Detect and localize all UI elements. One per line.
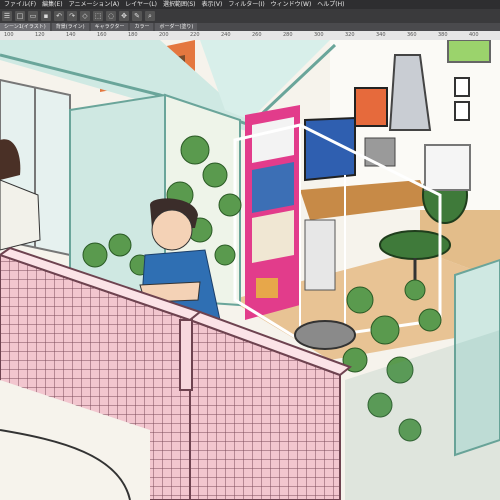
ruler-tick: 120	[35, 32, 45, 38]
open-icon[interactable]: ▭	[28, 11, 38, 21]
ruler-tick: 240	[221, 32, 231, 38]
tab-character[interactable]: キャラクター	[90, 23, 129, 31]
menu-icon[interactable]: ☰	[2, 11, 12, 21]
zoom-icon[interactable]: ⌕	[145, 11, 155, 21]
menu-selection[interactable]: 選択範囲(S)	[163, 0, 196, 9]
lasso-icon[interactable]: ◌	[106, 11, 116, 21]
desk-drawer	[304, 219, 336, 291]
ruler-tick: 100	[4, 32, 14, 38]
shelf-books	[252, 117, 294, 163]
menu-view[interactable]: 表示(V)	[202, 0, 223, 9]
photo-frame	[454, 77, 470, 97]
ruler-tick: 140	[66, 32, 76, 38]
laptop	[364, 137, 396, 167]
brush-icon[interactable]: ✎	[132, 11, 142, 21]
command-bar: ☰ □ ▭ ▪ ↶ ↷ ◇ ⬚ ◌ ✥ ✎ ⌕	[0, 9, 500, 23]
photo-frame	[454, 101, 470, 121]
air-purifier	[424, 144, 471, 191]
ruler-tick: 340	[376, 32, 386, 38]
menu-filter[interactable]: フィルター(I)	[228, 0, 264, 9]
eraser-icon[interactable]: ◇	[80, 11, 90, 21]
ruler-tick: 260	[252, 32, 262, 38]
new-file-icon[interactable]: □	[15, 11, 25, 21]
save-icon[interactable]: ▪	[41, 11, 51, 21]
app-window: ファイル(F) 編集(E) アニメーション(A) レイヤー(L) 選択範囲(S)…	[0, 0, 500, 500]
ruler-tick: 320	[345, 32, 355, 38]
menu-window[interactable]: ウィンドウ(W)	[271, 0, 312, 9]
menubar: ファイル(F) 編集(E) アニメーション(A) レイヤー(L) 選択範囲(S)…	[0, 0, 500, 9]
undo-icon[interactable]: ↶	[54, 11, 64, 21]
ruler-tick: 380	[438, 32, 448, 38]
shelf-books	[252, 210, 294, 263]
wall-picture	[354, 87, 388, 127]
ruler-tick: 160	[97, 32, 107, 38]
drawing-canvas[interactable]	[0, 40, 500, 500]
menu-animation[interactable]: アニメーション(A)	[69, 0, 120, 9]
menu-edit[interactable]: 編集(E)	[42, 0, 62, 9]
redo-icon[interactable]: ↷	[67, 11, 77, 21]
wall-poster	[447, 40, 491, 63]
menu-layer[interactable]: レイヤー(L)	[125, 0, 157, 9]
menu-help[interactable]: ヘルプ(H)	[317, 0, 344, 9]
select-icon[interactable]: ⬚	[93, 11, 103, 21]
tab-background[interactable]: 背景(ライン)	[51, 23, 89, 31]
tab-border[interactable]: ボーダー(塗り)	[155, 23, 198, 31]
tab-color[interactable]: カラー	[130, 23, 154, 31]
ruler-tick: 180	[128, 32, 138, 38]
canvas-tabs: シーン1(イラスト) 背景(ライン) キャラクター カラー ボーダー(塗り)	[0, 23, 500, 31]
move-icon[interactable]: ✥	[119, 11, 129, 21]
ruler-tick: 300	[314, 32, 324, 38]
menu-file[interactable]: ファイル(F)	[4, 0, 36, 9]
ruler-tick: 220	[190, 32, 200, 38]
ruler-tick: 280	[283, 32, 293, 38]
wall-post	[179, 319, 193, 391]
shelf-box	[256, 278, 278, 298]
tab-scene[interactable]: シーン1(イラスト)	[0, 23, 50, 31]
shelf-books	[252, 162, 294, 213]
pouf	[294, 320, 356, 350]
ruler-tick: 200	[159, 32, 169, 38]
ruler-tick: 400	[469, 32, 479, 38]
ruler-tick: 360	[407, 32, 417, 38]
